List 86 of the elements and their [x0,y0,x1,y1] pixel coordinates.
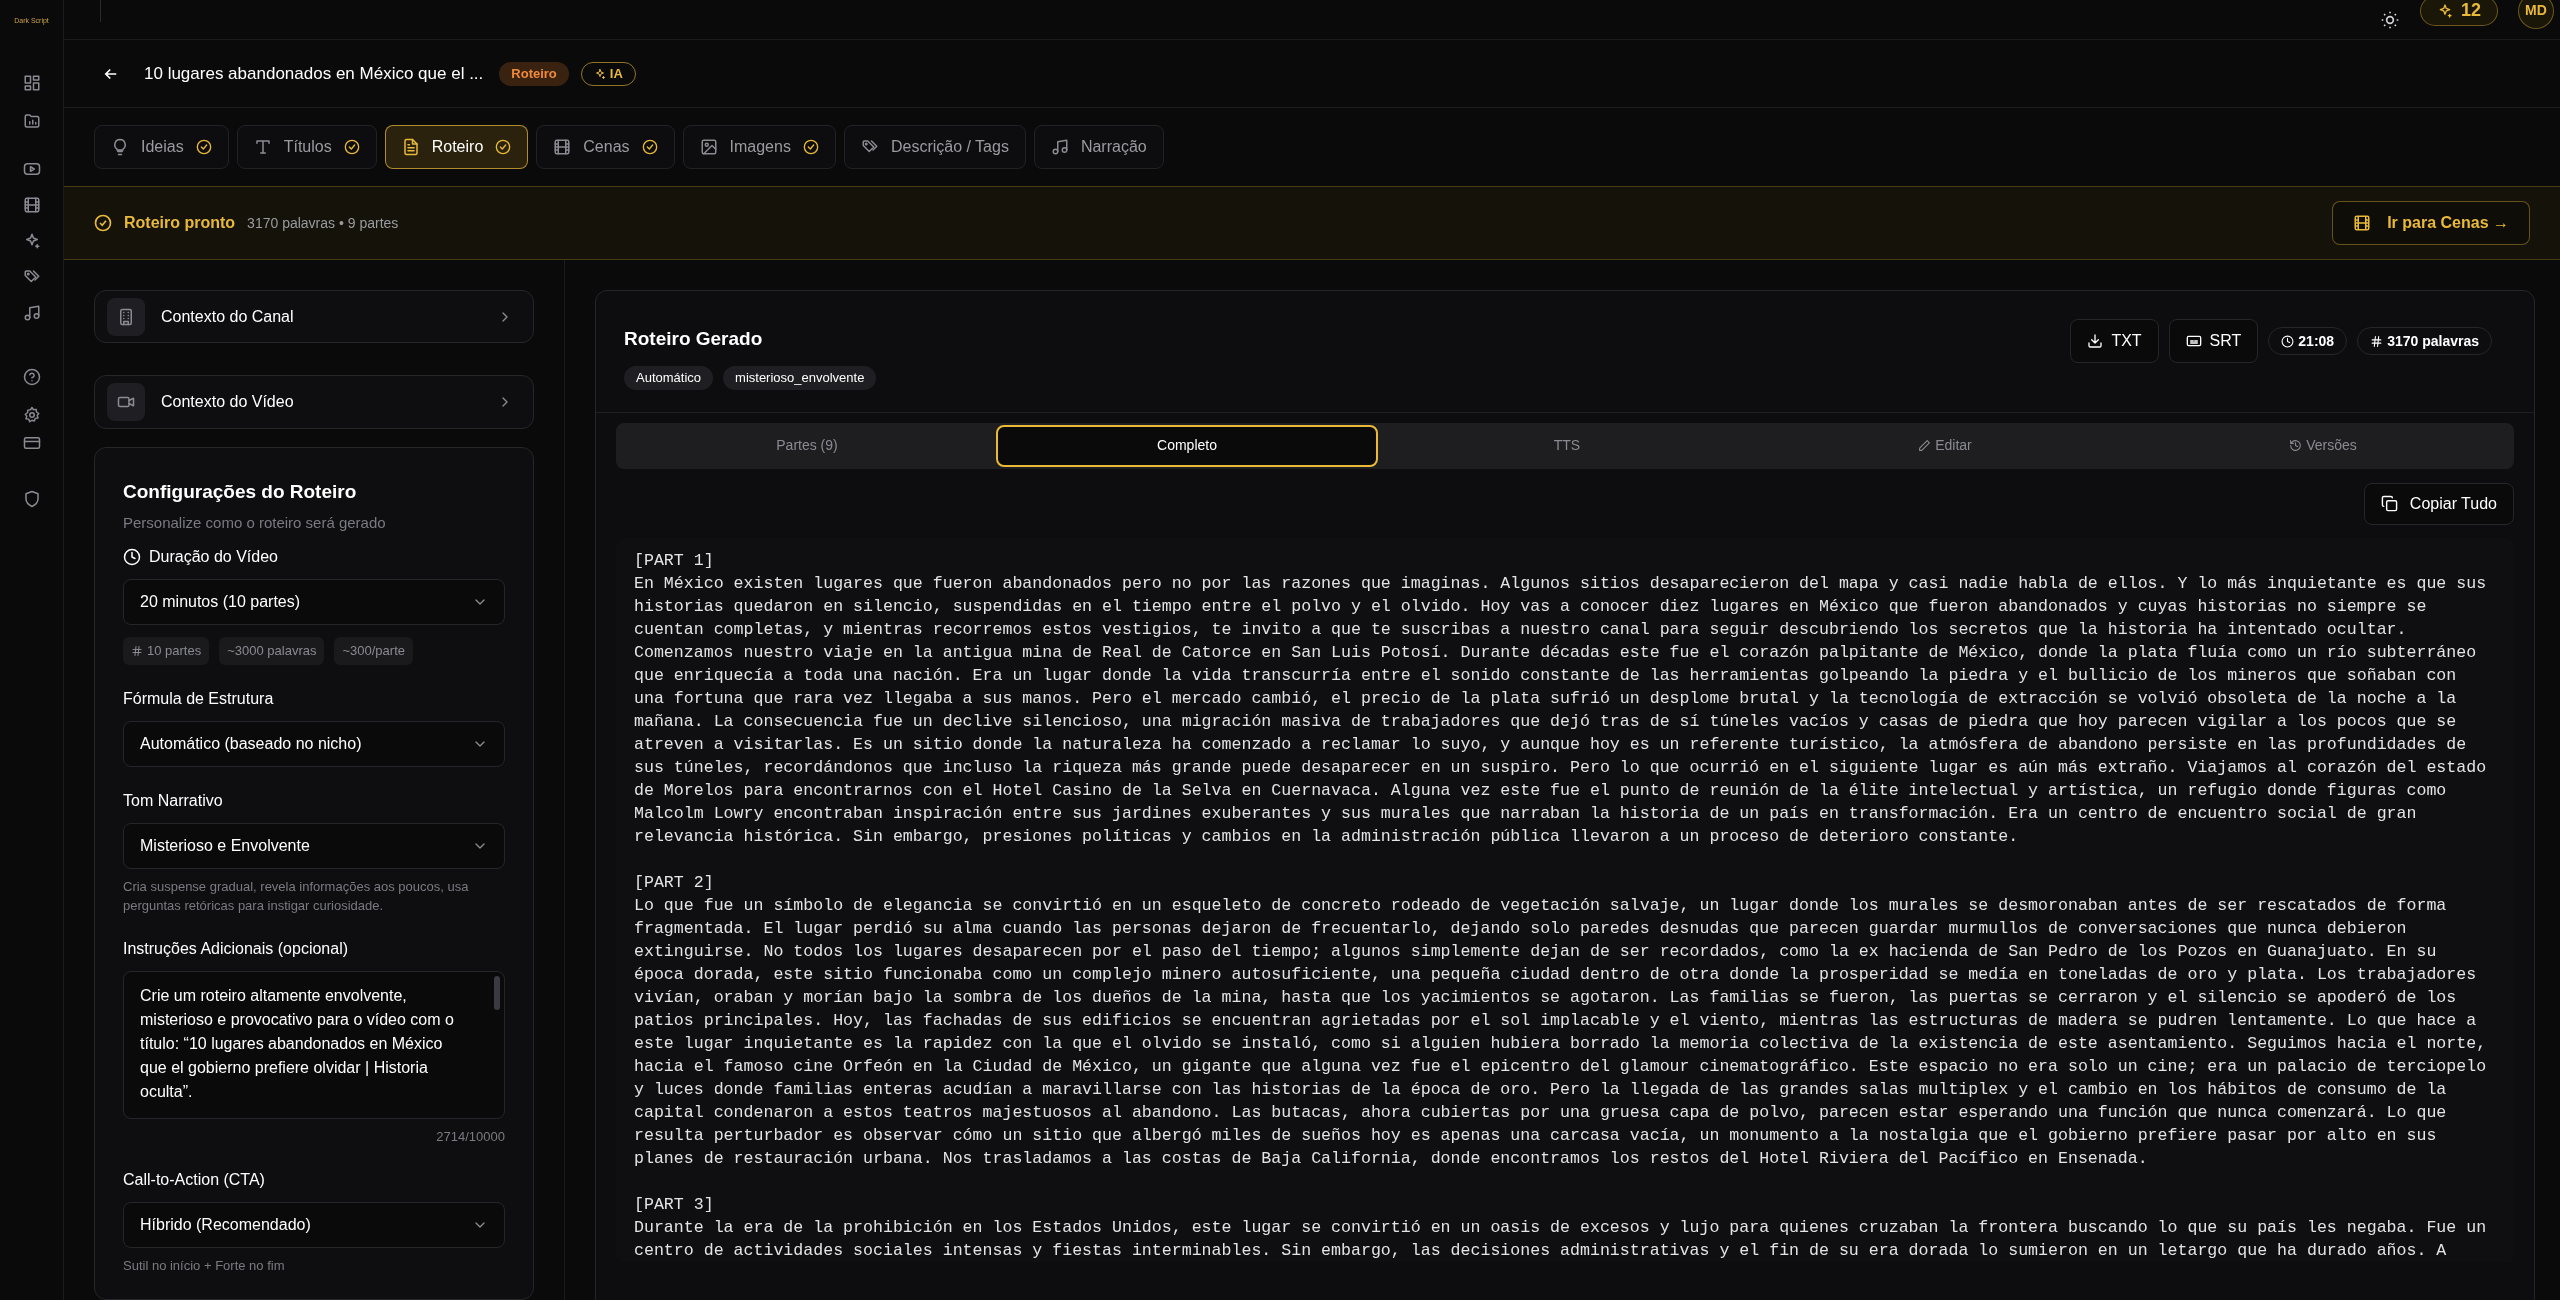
clock-icon [2281,334,2295,348]
film-icon[interactable] [22,196,41,214]
context-card[interactable]: Contexto do Vídeo [94,375,534,429]
pencil-icon [1918,439,1932,452]
folder-icon[interactable] [22,112,41,130]
script-paragraph: Durante la era de la prohibición en los Estados Unidos, este lugar se convirtió en un oasis de excesos y lujo para quienes cruzaban la frontera buscando lo que su país les negaba. Fue un centro de actividades sociales intensas y fiestas interminables. Sin embargo, las decisiones administrativas y el fin de su era dorada lo sumieron en un letargo que ha durado años. A [634,1216,2488,1262]
select-field[interactable]: Misterioso e Envolvente [123,822,505,869]
field-hint: Cria suspense gradual, revela informações aos poucos, usa perguntas retóricas para instigar curiosidade. [123,877,470,915]
field-hint: Sutil no início + Forte no fim [123,1257,286,1275]
go-to-scenes-button[interactable]: Ir para Cenas → [2332,201,2530,245]
status-text: Roteiro pronto [124,213,236,233]
step-tab[interactable]: Títulos [236,125,377,169]
download-srt-button[interactable]: SRT [2168,319,2259,363]
download-txt-button[interactable]: TXT [2070,319,2159,363]
copy-all-button[interactable]: Copiar Tudo [2363,482,2514,525]
step-tab[interactable]: Roteiro [384,125,529,169]
credit-card-icon[interactable] [22,434,41,452]
select-field[interactable]: Híbrido (Recomendado) [123,1202,505,1248]
settings-icon[interactable] [22,406,41,424]
scrollbar-thumb [494,975,500,1010]
part-label: [PART 3] [634,1193,715,1216]
copy-icon [2380,495,2398,512]
field-label: Tom Narrativo [123,790,223,811]
settings-title: Configurações do Roteiro [123,479,358,504]
help-icon[interactable] [22,368,41,386]
settings-subtitle: Personalize como o roteiro será gerado [123,513,387,533]
clock-icon [123,547,141,566]
card-title: Roteiro Gerado [624,327,764,351]
context-card[interactable]: Contexto do Canal [94,290,534,344]
view-tab[interactable]: TTS [1378,424,1756,467]
tag-chip: Automático [624,365,714,390]
check-circle-icon [641,139,658,155]
page-title: 10 lugares abandonados en México que el ... [144,62,484,85]
step-tab[interactable]: Descrição / Tags [843,125,1026,169]
select-field[interactable]: 20 minutos (10 partes) [123,578,505,625]
document-icon [401,138,420,156]
character-counter: 2714/10000 [436,1127,505,1146]
view-tab[interactable]: Versões [2134,424,2512,467]
field-label: Instruções Adicionais (opcional) [123,938,348,959]
sparkles-icon [593,67,606,80]
sun-icon[interactable] [2379,9,2400,30]
check-circle-icon [495,139,512,155]
field-label: Fórmula de Estrutura [123,688,274,709]
user-avatar[interactable]: MD [2518,0,2554,29]
lightbulb-icon [111,138,129,156]
part-label: [PART 1] [634,549,715,572]
status-meta: 3170 palavras • 9 partes [247,213,399,233]
text-area[interactable]: Crie um roteiro altamente envolvente, misterioso e provocativo para o vídeo com o título: “10 lugares abandonados en México que el gobierno prefiere olvidar | Historia oculta”. [123,970,505,1119]
view-tab[interactable]: Completo [996,424,1378,467]
film-icon [2353,214,2372,232]
music-icon [1050,138,1069,156]
download-icon [2087,333,2104,349]
check-circle-icon [802,139,819,155]
info-chip: 10 partes [123,636,210,665]
history-icon [2289,439,2303,452]
select-field[interactable]: Automático (baseado no nicho) [123,720,505,767]
field-label: Duração do Vídeo [149,546,278,567]
field-label: Call-to-Action (CTA) [123,1170,265,1190]
script-paragraph: En México existen lugares que fueron abandonados pero no por las razones que imaginas. Algunos sitios desaparecieron del mapa y casi nadie habla de ellos. Y lo más inquietante es que sus historias quedaron en silencio, suspendidas en el tiempo entre el polvo y el olvido. Hoy vas a conocer diez lugares en México que fueron abandonados y cuyas historias no siempre se cuentan completas, y mientras recorremos estos vestigios, te invito a que te suscribas a nuestro canal para seguir descubriendo los secretos que la historia ha intentado ocultar. Comenzamos nuestro viaje en la antigua mina de Real de Catorce en San Luis Potosí. Durante décadas este fue el corazón palpitante de México, donde la plata fluía como un río subterráneo que enriquecía a toda una nación. Era un lugar donde la vida transcurría entre el sonido constante de las herramientas golpeando la piedra y el bullicio de los mineros que soñaban con una fortuna que rara vez llegaba a sus manos. Pero el mercado cambió, el precio de la plata sufrió un desplome brutal y la tecnología de extracción se volvió obsoleta de la noche a la mañana. La consecuencia fue un declive silencioso, una migración masiva de trabajadores que dejó tras de sí túneles vacíos y casas de piedra que hoy parecen vigilar a los pocos que se atreven a visitarlas. Es un sitio donde la naturaleza ha comenzado a reclamar lo suyo, y aunque hoy es un referente turístico, la atmósfera de abandono persiste en las profundidades de sus túneles, recordándonos que incluso la riqueza más grande puede desaparecer en un suspiro. Pero lo que ocurrió en el siguiente lugar es aún más extraño. Viajamos al corazón del estado de Morelos para encontrarnos con el Hotel Casino de la Selva en Cuernavaca. Alguna vez este fue el punto de reunión de la élite intelectual y artística, un refugio donde figuras como Malcolm Lowry encontraban inspiración entre sus jardines exuberantes y sus murales que narraban la historia de un país en transformación. Era un centro de encuentro social de gran relevancia histórica. Sin embargo, presiones políticas y cambios en la administración pública llevaron a un proceso de deterioro constante. [634,572,2488,848]
shield-icon[interactable] [22,490,41,508]
step-tab[interactable]: Imagens [682,125,836,169]
view-tab[interactable]: Partes (9) [618,424,996,467]
view-tab[interactable]: Editar [1756,424,2134,467]
grid-icon[interactable] [22,74,41,92]
step-tab[interactable]: Narração [1033,125,1164,169]
script-paragraph: Lo que fue un símbolo de elegancia se convirtió en un esqueleto de concreto rodeado de vegetación salvaje, un lugar donde los murales se desmoronaban antes de ser rescatados de forma fragmentada. El lugar perdió su alma cuando las personas dejaron de frecuentarlo, dejando solo paredes desnudas que parecen guardar murmullos de conversaciones que nunca debieron extinguirse. No todos los lugares desaparecen por el paso del tiempo; algunos simplemente dejan de ser recordados, como la ex hacienda de San Pedro de los Pozos en Guanajuato. En su época dorada, este sitio funcionaba como un complejo minero autosuficiente, una pequeña ciudad dentro de otra donde la prosperidad se medía en toneladas de oro y plata. Los trabajadores vivían, oraban y morían bajo la sombra de los dueños de la mina, hasta que los yacimientos se agotaron. Las familias se fueron, las puertas se cerraron y el silencio se apoderó de los patios principales. Hoy, las fachadas de sus edificios se encuentran agrietadas por el sol implacable y el viento, mientras las estructuras de madera se pudren lentamente. Lo que hace a este lugar inquietante es la rapidez con la que el olvido se instaló, como si alguien hubiera borrado la memoria colectiva de la existencia de este asentamiento. Seguimos hacia el norte, hacia el famoso cine Orfeón en la Ciudad de México, un gigante que alguna vez fue el epicentro del glamour cinematográfico. Este espacio no era solo un cine; era un palacio de terciopelo y luces donde familias enteras acudían a maravillarse con las historias de la época de oro. Pero la llegada de las grandes salas multiplex y el cambio en los hábitos de consumo de la capital condenaron a estos teatros majestuosos al abandono. Las butacas, ahora cubiertas por una gruesa capa de polvo, parecen estar esperando una función que nunca comenzará. Lo que resulta perturbador es observar cómo un sitio que albergó miles de sueños hoy es apenas una carcasa vacía, un monumento a la nostalgia que el gobierno prefiere pasar por alto en sus planes de restauración urbana. Nos trasladamos a las costas de Baja California, donde encontramos los restos del Hotel Riviera del Pacífico en Ensenada. [634,894,2488,1170]
text-icon [253,138,272,156]
tag-chip: misterioso_envolvente [723,365,877,390]
hash-icon [131,644,143,657]
part-label: [PART 2] [634,871,715,894]
check-circle-icon [94,214,112,232]
image-icon [699,138,718,156]
step-tab[interactable]: Cenas [536,125,675,169]
info-chip: ~300/parte [334,636,413,665]
building-icon [117,307,135,326]
check-circle-icon [195,139,212,155]
film-icon [553,138,572,156]
music-icon[interactable] [22,304,41,322]
check-circle-icon [343,139,360,155]
stage-badge: Roteiro [499,61,569,86]
video-icon[interactable] [22,160,41,178]
subtitles-icon [2185,333,2202,349]
hash-icon [2370,334,2384,348]
credits-badge[interactable]: 12 [2419,0,2498,26]
info-chip: ~3000 palavras [219,636,325,665]
step-tab[interactable]: Ideias [94,125,229,169]
